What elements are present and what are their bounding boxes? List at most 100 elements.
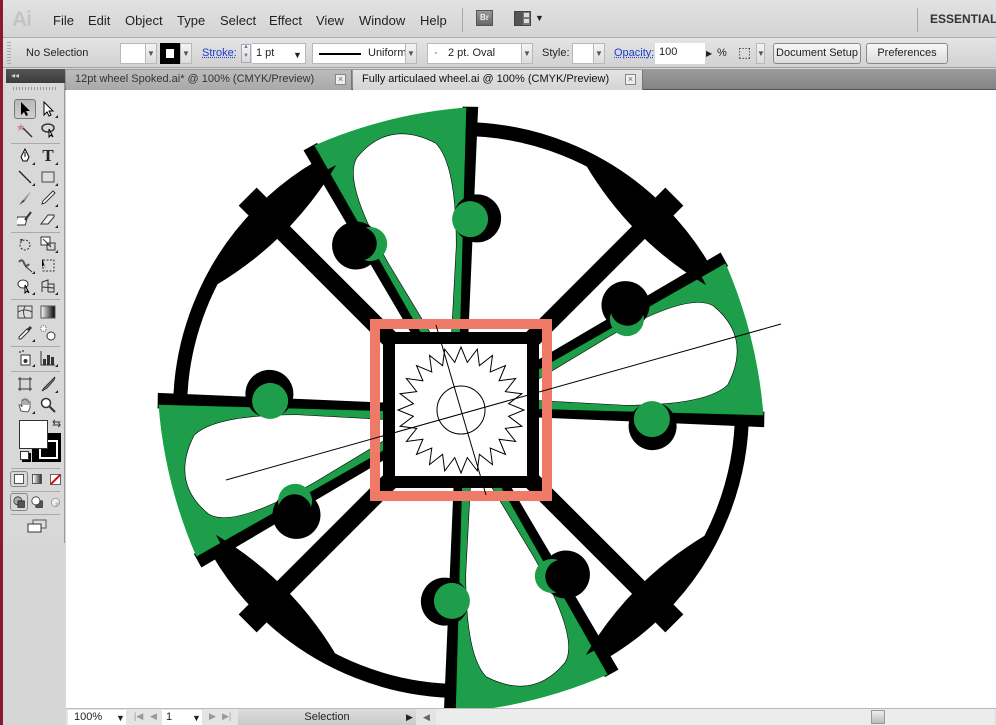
direct-selection-tool[interactable]: [37, 99, 59, 119]
blend-tool[interactable]: [37, 323, 59, 343]
stroke-dropdown[interactable]: ▼: [180, 43, 192, 64]
current-tool-status[interactable]: Selection: [238, 709, 416, 725]
selection-tool[interactable]: [14, 99, 36, 119]
brush-dropdown[interactable]: ▼: [521, 43, 533, 64]
isolate-selection-icon[interactable]: ⬚: [738, 44, 751, 61]
rotate-tool[interactable]: [14, 234, 36, 254]
zoom-tool[interactable]: [37, 395, 59, 415]
stroke-profile-select[interactable]: Uniform: [312, 43, 407, 64]
scale-tool[interactable]: [37, 234, 59, 254]
first-artboard-icon[interactable]: |◀: [134, 711, 143, 722]
scroll-left-icon[interactable]: ◀: [423, 712, 430, 723]
collapse-panel-icon[interactable]: ◂◂: [11, 71, 19, 80]
stroke-weight-stepper[interactable]: [241, 44, 251, 63]
menu-view[interactable]: View: [316, 13, 344, 28]
blend-icon: [40, 325, 56, 341]
screen-mode-button[interactable]: [25, 517, 49, 535]
lasso-icon: [41, 123, 55, 138]
line-segment-tool[interactable]: [14, 167, 36, 187]
eraser-icon: [40, 214, 55, 225]
preferences-button[interactable]: Preferences: [866, 43, 948, 64]
menu-window[interactable]: Window: [359, 13, 405, 28]
menu-file[interactable]: File: [53, 13, 74, 28]
column-graph-tool[interactable]: [37, 348, 59, 368]
graphic-style-swatch[interactable]: [572, 43, 594, 64]
hand-tool[interactable]: [14, 395, 36, 415]
eraser-tool[interactable]: [37, 209, 59, 229]
fill-dropdown[interactable]: ▼: [145, 43, 157, 64]
stroke-swatch[interactable]: [160, 43, 180, 64]
close-tab-icon[interactable]: ×: [335, 74, 346, 85]
swap-fill-stroke-icon[interactable]: ⇆: [52, 417, 61, 430]
pen-nib-icon: [20, 148, 30, 162]
previous-artboard-icon[interactable]: ◀: [150, 711, 157, 722]
lasso-tool[interactable]: [37, 120, 59, 140]
workspace-switcher[interactable]: ESSENTIALS: [930, 12, 996, 26]
opacity-field[interactable]: 100: [655, 43, 705, 64]
rectangle-tool[interactable]: [37, 167, 59, 187]
gradient-tool[interactable]: [37, 302, 59, 322]
stroke-profile-line-icon: [319, 53, 361, 55]
free-transform-tool[interactable]: [37, 255, 59, 275]
mesh-tool[interactable]: [14, 302, 36, 322]
pen-tool[interactable]: [14, 146, 36, 166]
warp-tool[interactable]: [14, 255, 36, 275]
arrange-documents-icon[interactable]: [514, 11, 531, 26]
gradient-mode-button[interactable]: [28, 471, 46, 487]
tab-12pt-wheel-spoked[interactable]: 12pt wheel Spoked.ai* @ 100% (CMYK/Previ…: [66, 70, 352, 90]
draw-inside-button[interactable]: [46, 493, 64, 511]
fill-swatch[interactable]: [120, 43, 146, 64]
none-mode-button[interactable]: [46, 471, 64, 487]
stroke-swatch-icon: [166, 49, 174, 58]
stroke-profile-dropdown[interactable]: ▼: [405, 43, 417, 64]
slice-tool[interactable]: [37, 374, 59, 394]
zoom-dropdown-icon[interactable]: ▼: [116, 713, 125, 723]
fill-color-swatch[interactable]: [19, 420, 48, 449]
draw-behind-button[interactable]: [28, 493, 46, 511]
symbol-sprayer-tool[interactable]: [14, 348, 36, 368]
menu-object[interactable]: Object: [125, 13, 163, 28]
opacity-label-link[interactable]: Opacity:: [614, 47, 654, 59]
style-dropdown[interactable]: ▼: [593, 43, 605, 64]
tools-panel-header[interactable]: ◂◂: [6, 69, 65, 83]
line-icon: [18, 170, 32, 184]
last-artboard-icon[interactable]: ▶|: [222, 711, 231, 722]
document-setup-button[interactable]: Document Setup: [773, 43, 861, 64]
paintbrush-tool[interactable]: [14, 188, 36, 208]
type-tool[interactable]: T: [37, 146, 59, 166]
horizontal-scroll-thumb[interactable]: [871, 710, 885, 724]
perspective-grid-tool[interactable]: [37, 276, 59, 296]
menu-select[interactable]: Select: [220, 13, 256, 28]
tab-fully-articulaed-wheel[interactable]: Fully articulaed wheel.ai @ 100% (CMYK/P…: [353, 70, 643, 90]
magic-wand-tool[interactable]: [14, 120, 36, 140]
next-artboard-icon[interactable]: ▶: [209, 711, 216, 722]
menu-type[interactable]: Type: [177, 13, 205, 28]
opacity-arrow-icon[interactable]: ▶: [706, 49, 712, 58]
artboard-canvas[interactable]: [66, 90, 996, 708]
arrange-dropdown-icon[interactable]: ▼: [535, 13, 544, 23]
horizontal-scrollbar[interactable]: [436, 709, 994, 725]
menu-edit[interactable]: Edit: [88, 13, 110, 28]
isolate-dropdown[interactable]: ▼: [756, 43, 765, 64]
panel-grip[interactable]: [7, 42, 11, 64]
stroke-label-link[interactable]: Stroke:: [202, 47, 237, 59]
close-tab-icon[interactable]: ×: [625, 74, 636, 85]
stroke-weight-dropdown-icon[interactable]: ▼: [293, 50, 302, 60]
shape-builder-tool[interactable]: [14, 276, 36, 296]
panel-grip[interactable]: [13, 87, 58, 90]
bridge-button[interactable]: Br: [476, 10, 493, 26]
eyedropper-tool[interactable]: [14, 323, 36, 343]
blob-brush-tool[interactable]: [14, 209, 36, 229]
color-mode-button[interactable]: [10, 471, 28, 487]
menu-help[interactable]: Help: [420, 13, 447, 28]
artboard-dropdown-icon[interactable]: ▼: [192, 713, 201, 723]
pencil-tool[interactable]: [37, 188, 59, 208]
artboard-tool[interactable]: [14, 374, 36, 394]
status-menu-arrow-icon[interactable]: ▶: [406, 712, 413, 723]
brush-select[interactable]: · 2 pt. Oval: [427, 43, 522, 64]
default-fill-stroke-icon[interactable]: [20, 451, 29, 460]
wheel-artwork[interactable]: [66, 90, 996, 708]
draw-normal-button[interactable]: [10, 493, 28, 511]
menu-separator: [462, 8, 463, 32]
menu-effect[interactable]: Effect: [269, 13, 302, 28]
